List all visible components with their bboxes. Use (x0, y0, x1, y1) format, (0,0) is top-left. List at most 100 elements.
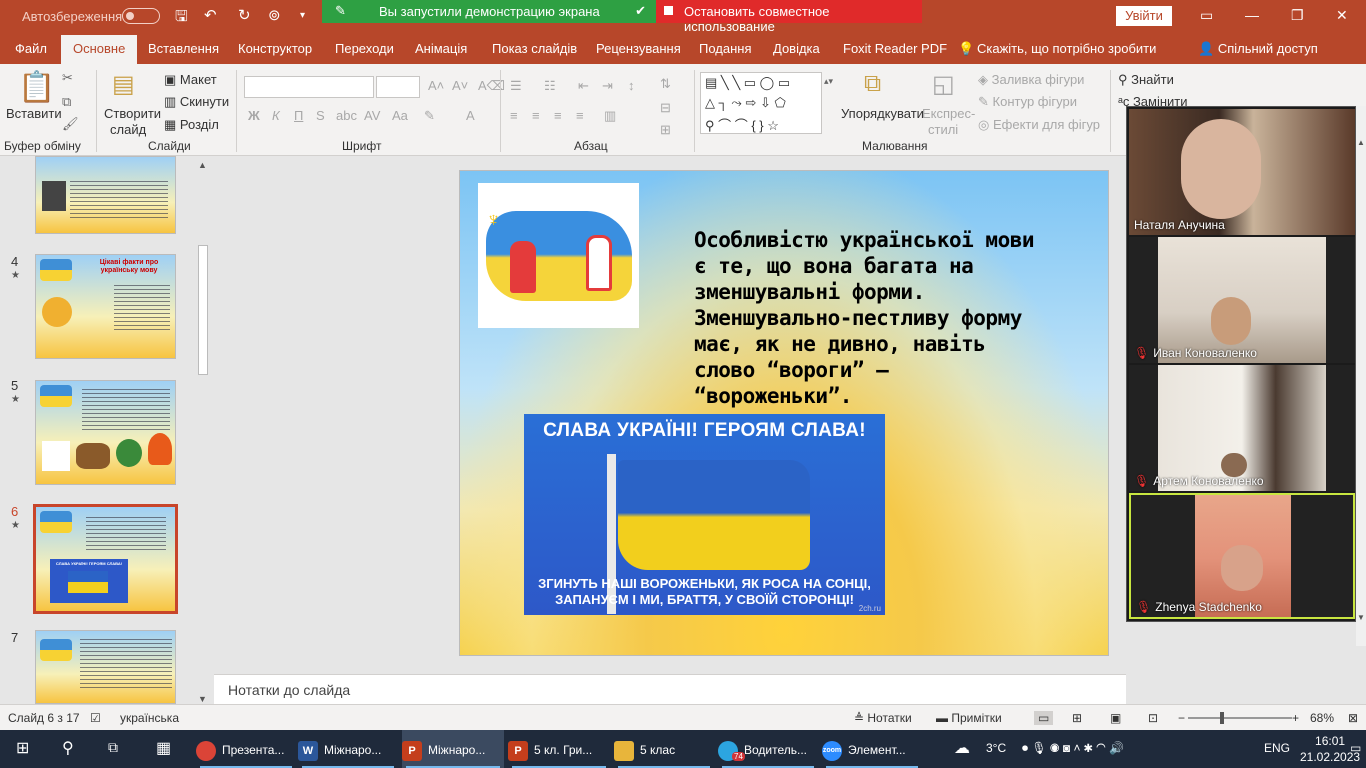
increase-indent-icon[interactable]: ⇥ (602, 78, 613, 94)
zoom-slider[interactable] (1188, 712, 1292, 724)
change-case-icon[interactable]: Aa (392, 108, 408, 123)
ukraine-map-image[interactable]: ♆ (478, 183, 639, 328)
format-painter-icon[interactable]: 🖌 (62, 116, 79, 132)
tab-home[interactable]: Основне (61, 35, 138, 64)
taskbar-app-powerpoint-2[interactable]: P 5 кл. Гри... (508, 730, 610, 768)
scroll-up-icon[interactable]: ▲ (198, 160, 207, 170)
slide-sorter-icon[interactable]: ⊞ (1072, 711, 1082, 725)
slide-thumbnail-6-selected[interactable]: СЛАВА УКРАЇНІ! ГЕРОЯМ СЛАВА! (33, 504, 178, 614)
tab-slideshow[interactable]: Показ слайдів (492, 41, 577, 56)
tray-icons[interactable]: ⏺ 🎙 ◉ ◙ ˄ ✱ ◠ 🔊 (1022, 741, 1124, 756)
ribbon-display-icon[interactable]: ▭ (1200, 7, 1213, 24)
stop-share-button[interactable]: Остановить совместное использование (656, 0, 922, 34)
shape-outline-button[interactable]: ✎ Контур фігури (978, 94, 1077, 110)
numbering-icon[interactable]: ☷ (544, 78, 556, 94)
taskbar-app-word[interactable]: W Міжнаро... (298, 730, 398, 768)
redo-icon[interactable]: ↻ (238, 6, 251, 24)
cut-icon[interactable]: ✂ (62, 70, 73, 86)
slide-body-text[interactable]: Особливістю української мови є те, що во… (694, 227, 1054, 409)
language-status[interactable]: українська (120, 711, 179, 725)
reading-view-icon[interactable]: ▣ (1110, 711, 1121, 725)
mic-icon[interactable]: 🎙 (1031, 741, 1050, 755)
taskbar-app-chrome[interactable]: Презента... (196, 730, 296, 768)
tab-foxit[interactable]: Foxit Reader PDF (843, 41, 947, 56)
layout-button[interactable]: ▣ Макет (164, 72, 217, 88)
reset-button[interactable]: ▥ Скинути (164, 94, 229, 110)
notifications-icon[interactable]: ▭ (1350, 741, 1361, 755)
record-icon[interactable]: ⏺ (1022, 741, 1031, 755)
shapes-gallery[interactable]: ▤ ╲ ╲ ▭ ◯ ▭ △ ┐ ⤳ ⇨ ⇩ ⬠ ⚲ ⌒ ⌒ { } ☆ (700, 72, 822, 134)
smartart-icon[interactable]: ⊞ (660, 122, 671, 138)
gallery-scrollbar[interactable]: ▲ ▼ (1356, 106, 1366, 646)
tab-design[interactable]: Конструктор (238, 41, 312, 56)
taskbar-app-telegram[interactable]: Водитель... 74 (718, 730, 818, 768)
scrollbar-thumb[interactable] (198, 245, 208, 375)
bold-icon[interactable]: Ж (248, 108, 260, 123)
notes-pane[interactable]: Нотатки до слайда (214, 674, 1126, 704)
gallery-scroll-up-icon[interactable]: ▲ (1357, 138, 1365, 147)
zoom-out-icon[interactable]: − (1178, 711, 1185, 725)
volume-icon[interactable]: 🔊 (1109, 741, 1124, 755)
tab-file[interactable]: Файл (15, 41, 47, 56)
font-color-icon[interactable]: A (466, 108, 475, 123)
align-left-icon[interactable]: ≡ (510, 108, 518, 123)
new-slide-label-2[interactable]: слайд (110, 122, 146, 137)
highlight-icon[interactable]: ✎ (424, 108, 435, 124)
chevron-up-icon[interactable]: ˄ (1073, 741, 1083, 755)
notes-toggle[interactable]: ≜ Нотатки (854, 711, 912, 725)
task-view-icon[interactable]: ⧉ (108, 739, 118, 756)
strikethrough-icon[interactable]: abc (336, 108, 357, 123)
participant-tile[interactable]: 🎙 Иван Коноваленко (1129, 237, 1355, 363)
customize-toolbar-icon[interactable]: ▾ (300, 10, 305, 21)
minimize-icon[interactable]: — (1245, 7, 1259, 23)
comments-toggle[interactable]: ▬ Примітки (936, 711, 1002, 725)
search-icon[interactable]: ⚲ (62, 738, 74, 758)
new-slide-label-1[interactable]: Створити (104, 106, 161, 121)
slide-canvas[interactable]: ♆ Особливістю української мови є те, що … (459, 170, 1109, 656)
align-text-icon[interactable]: ⊟ (660, 100, 671, 116)
thumbnail-scrollbar[interactable]: ▲ ▼ (196, 160, 210, 704)
proofing-icon[interactable]: ☑ (90, 711, 101, 725)
paste-icon[interactable]: 📋 (18, 70, 55, 105)
quick-styles-label-1[interactable]: Експрес- (922, 106, 975, 121)
align-center-icon[interactable]: ≡ (532, 108, 540, 123)
participant-tile-active-speaker[interactable]: 🎙 Zhenya Stadchenko (1129, 493, 1355, 619)
arrange-icon[interactable]: ⧉ (864, 70, 881, 98)
zoom-level[interactable]: 68% (1310, 711, 1334, 725)
cloud-icon[interactable]: ☁ (954, 738, 970, 758)
wifi-icon[interactable]: ◠ (1096, 741, 1109, 755)
tray-app-icon[interactable]: ◙ (1063, 741, 1074, 755)
section-button[interactable]: ▦ Розділ (164, 117, 219, 133)
font-size-combo[interactable] (376, 76, 420, 98)
quick-styles-label-2[interactable]: стилі (928, 122, 958, 137)
weather-temp[interactable]: 3°C (986, 741, 1006, 755)
line-spacing-icon[interactable]: ↕ (628, 78, 635, 93)
columns-icon[interactable]: ▥ (604, 108, 616, 124)
font-name-combo[interactable] (244, 76, 374, 98)
participant-tile[interactable]: Наталя Анучина (1129, 109, 1355, 235)
tab-review[interactable]: Рецензування (596, 41, 681, 56)
tab-transitions[interactable]: Переходи (335, 41, 394, 56)
bluetooth-icon[interactable]: ✱ (1084, 741, 1096, 755)
gallery-scroll-down-icon[interactable]: ▼ (1357, 613, 1365, 622)
slide-thumbnail-4[interactable]: Цікаві факти про українську мову (35, 254, 176, 359)
slide-thumbnail-7[interactable] (35, 630, 176, 704)
find-button[interactable]: ⚲ Знайти (1118, 72, 1174, 88)
paste-button[interactable]: Вставити (6, 106, 62, 121)
close-icon[interactable]: ✕ (1336, 7, 1348, 24)
shapes-scroll-icon[interactable]: ▴▾ (824, 76, 833, 87)
slide-thumbnail-5[interactable] (35, 380, 176, 485)
text-direction-icon[interactable]: ⇅ (660, 76, 671, 92)
fit-slide-icon[interactable]: ⊠ (1348, 711, 1358, 725)
normal-view-icon[interactable]: ▭ (1034, 711, 1054, 725)
align-right-icon[interactable]: ≡ (554, 108, 562, 123)
copy-icon[interactable]: ⧉ (62, 94, 71, 110)
windows-start-icon[interactable]: ⊞ (16, 738, 29, 758)
autosave-toggle[interactable] (122, 8, 160, 24)
taskbar-app-zoom[interactable]: zoom Элемент... (822, 730, 922, 768)
spacing-icon[interactable]: AV (364, 108, 380, 123)
zoom-in-icon[interactable]: + (1292, 711, 1299, 725)
grow-font-icon[interactable]: A˄ (428, 78, 444, 93)
participant-tile[interactable]: 🎙 Артем Коноваленко (1129, 365, 1355, 491)
decrease-indent-icon[interactable]: ⇤ (578, 78, 589, 94)
